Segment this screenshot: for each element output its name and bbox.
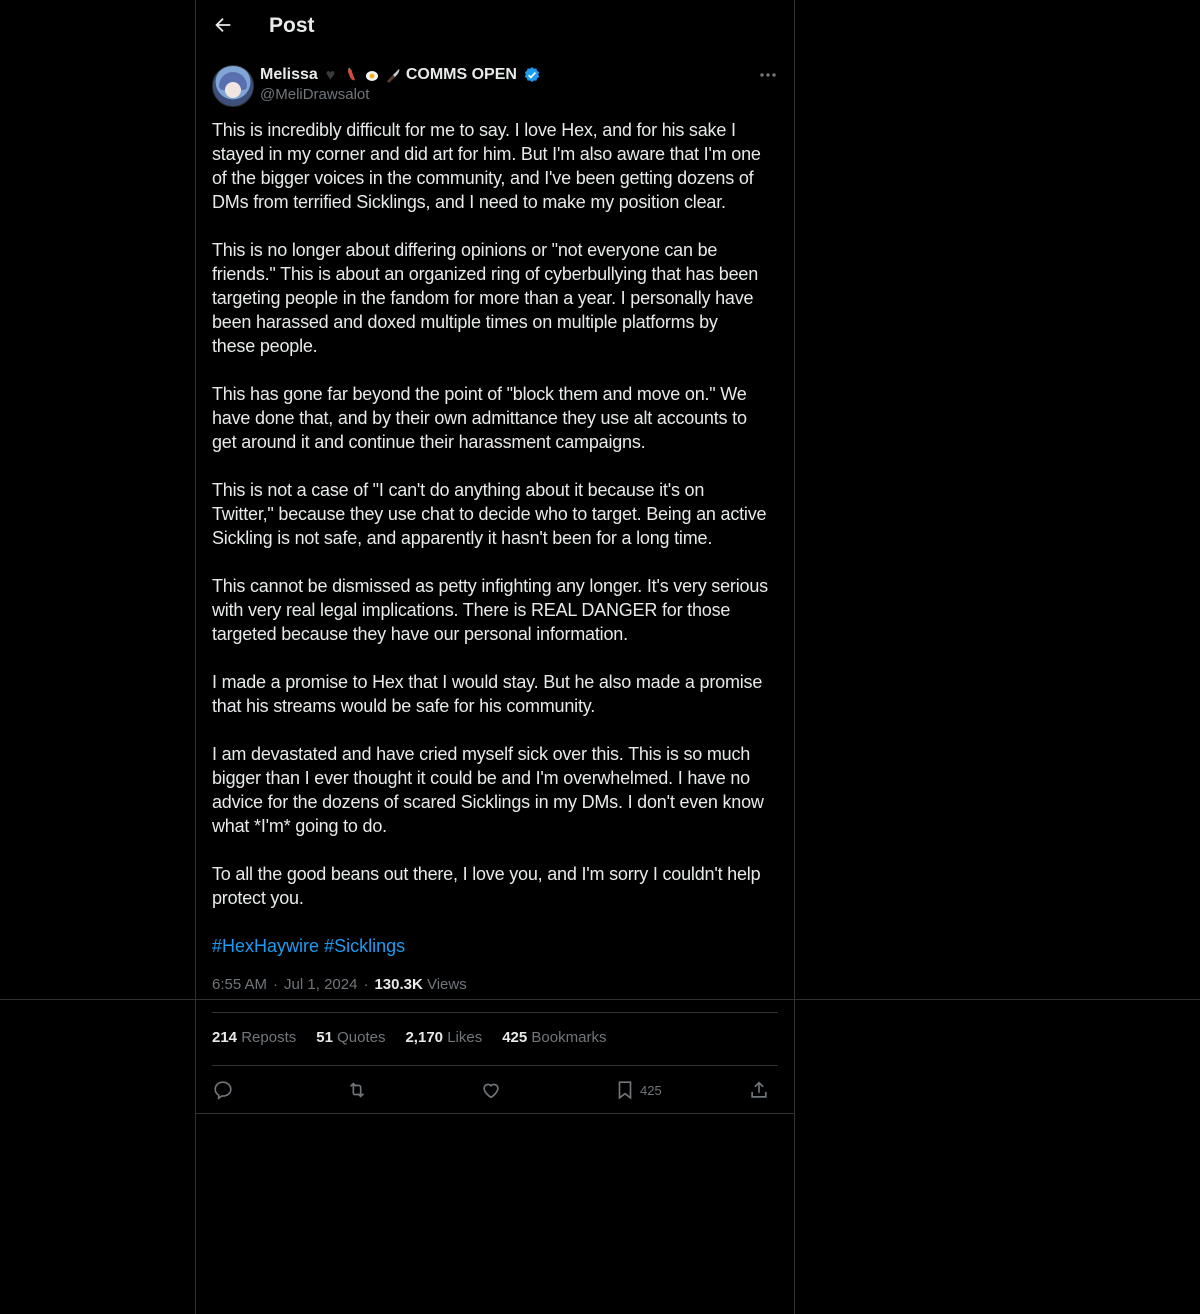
verified-badge-icon[interactable] bbox=[523, 66, 541, 84]
views-count: 130.3K bbox=[374, 976, 423, 993]
reply-icon bbox=[214, 1081, 232, 1100]
post-meta: 6:55 AM · Jul 1, 2024 · 130.3K Views bbox=[212, 976, 467, 993]
quotes-stat[interactable]: 51 Quotes bbox=[316, 1029, 385, 1046]
share-button[interactable] bbox=[748, 1076, 770, 1104]
bookmark-button[interactable]: 425 bbox=[614, 1076, 662, 1104]
header: Post bbox=[196, 0, 794, 54]
fried-egg-icon bbox=[364, 67, 381, 84]
reposts-count: 214 bbox=[212, 1029, 238, 1046]
avatar-face bbox=[225, 82, 241, 98]
bookmark-icon bbox=[618, 1081, 632, 1100]
post-time[interactable]: 6:55 AM bbox=[212, 976, 267, 993]
repost-button[interactable] bbox=[346, 1076, 368, 1104]
quotes-label: Quotes bbox=[337, 1029, 386, 1046]
reply-button[interactable] bbox=[212, 1076, 234, 1104]
bookmarks-label: Bookmarks bbox=[531, 1029, 607, 1046]
back-button[interactable] bbox=[212, 14, 238, 40]
author-handle[interactable]: @MeliDrawsalot bbox=[260, 86, 369, 103]
divider bbox=[212, 1065, 778, 1066]
meta-separator: · bbox=[363, 976, 369, 993]
likes-label: Likes bbox=[447, 1029, 483, 1046]
avatar[interactable] bbox=[212, 65, 254, 107]
author-name-suffix: COMMS OPEN bbox=[405, 66, 517, 83]
post-date[interactable]: Jul 1, 2024 bbox=[284, 976, 357, 993]
bookmarks-count: 425 bbox=[502, 1029, 528, 1046]
quotes-count: 51 bbox=[316, 1029, 333, 1046]
divider bbox=[212, 1012, 778, 1013]
share-icon bbox=[751, 1081, 767, 1098]
black-heart-icon: ♥ bbox=[325, 66, 336, 84]
like-button[interactable] bbox=[480, 1076, 502, 1104]
hashtag-link[interactable]: #HexHaywire bbox=[212, 936, 319, 956]
hashtags: #HexHaywire #Sicklings bbox=[212, 934, 405, 958]
bookmarks-stat[interactable]: 425 Bookmarks bbox=[502, 1029, 606, 1046]
meta-separator: · bbox=[273, 976, 279, 993]
kitchen-knife-icon bbox=[385, 67, 402, 84]
arrow-left-icon bbox=[215, 17, 231, 33]
divider bbox=[196, 1113, 794, 1114]
more-options-button[interactable] bbox=[756, 64, 780, 86]
likes-stat[interactable]: 2,170 Likes bbox=[405, 1029, 482, 1046]
post-column: Post Melissa ♥ COMMS OPEN @MeliDrawsalot… bbox=[195, 0, 795, 1314]
post-body: This is incredibly difficult for me to s… bbox=[212, 120, 768, 908]
more-horizontal-icon bbox=[760, 73, 776, 77]
author-name[interactable]: Melissa bbox=[260, 66, 318, 84]
heart-icon bbox=[483, 1083, 499, 1099]
engagement-stats: 214 Reposts 51 Quotes 2,170 Likes 425 Bo… bbox=[212, 1029, 606, 1046]
page-title: Post bbox=[269, 14, 315, 37]
chili-pepper-icon bbox=[343, 67, 360, 84]
reposts-stat[interactable]: 214 Reposts bbox=[212, 1029, 296, 1046]
reposts-label: Reposts bbox=[241, 1029, 297, 1046]
bookmark-count: 425 bbox=[640, 1082, 662, 1098]
hashtag-link[interactable]: #Sicklings bbox=[324, 936, 405, 956]
likes-count: 2,170 bbox=[405, 1029, 444, 1046]
views-label: Views bbox=[426, 976, 467, 993]
repost-icon bbox=[349, 1082, 365, 1098]
action-bar: 425 bbox=[212, 1076, 778, 1104]
author-name-row[interactable]: Melissa ♥ COMMS OPEN bbox=[260, 64, 541, 86]
